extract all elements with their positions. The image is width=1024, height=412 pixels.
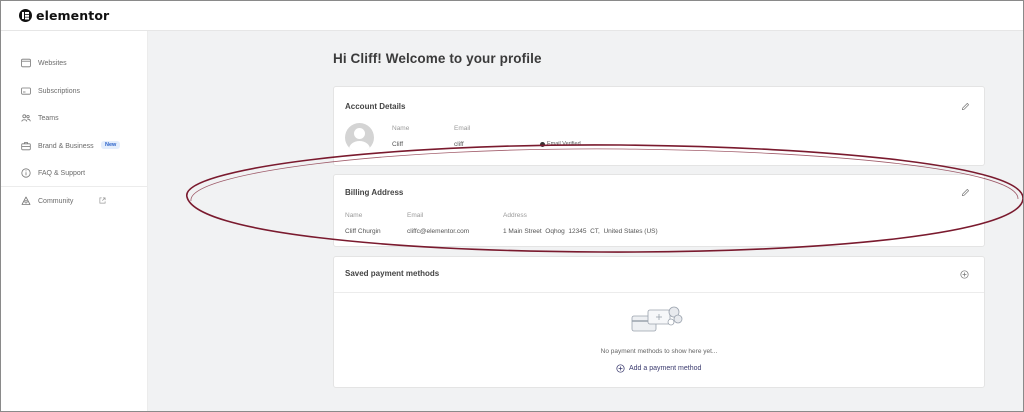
new-badge: New: [101, 141, 121, 149]
sidebar-item-websites[interactable]: Websites: [21, 58, 141, 68]
empty-state-text: No payment methods to show here yet...: [600, 348, 718, 355]
elementor-logo[interactable]: elementor: [19, 8, 109, 23]
saved-payment-methods-card: Saved payment methods No payment methods…: [333, 256, 985, 388]
name-value: Cliff Churgin: [345, 228, 381, 235]
sidebar-item-label: Brand & Business: [38, 142, 94, 150]
account-details-card: Account Details Name Cliff Email cliff E…: [333, 86, 985, 166]
briefcase-icon: [21, 142, 31, 151]
page-title: Hi Cliff! Welcome to your profile: [333, 51, 542, 66]
sidebar-divider: [1, 186, 147, 187]
sidebar-item-community[interactable]: Community: [21, 196, 141, 206]
add-payment-method-label: Add a payment method: [629, 365, 702, 372]
top-bar: elementor: [1, 1, 1023, 31]
edit-pencil-icon[interactable]: [961, 102, 970, 111]
card-title: Account Details: [345, 102, 406, 111]
avatar: [345, 123, 374, 152]
sidebar: Websites Subscriptions Teams Brand & Bus…: [1, 31, 148, 411]
sidebar-item-label: FAQ & Support: [38, 169, 86, 177]
browser-window-icon: [21, 58, 31, 68]
email-verified-status: Email Verified: [540, 141, 581, 147]
card-icon: [21, 87, 31, 95]
card-title: Saved payment methods: [345, 269, 440, 278]
app-window: elementor Websites Subscriptions Teams B…: [0, 0, 1024, 412]
external-link-icon[interactable]: [99, 197, 106, 204]
empty-payment-illustration-icon: [631, 306, 683, 332]
sidebar-item-subscriptions[interactable]: Subscriptions: [21, 86, 141, 96]
sidebar-item-label: Community: [38, 197, 74, 205]
address-label: Address: [503, 212, 527, 219]
name-label: Name: [345, 212, 363, 219]
email-label: Email: [454, 125, 471, 132]
address-value: 1 Main Street Oqhog 12345 CT, United Sta…: [503, 228, 658, 235]
add-payment-method-link[interactable]: Add a payment method: [616, 364, 701, 373]
card-title: Billing Address: [345, 188, 404, 197]
sidebar-item-brand-business[interactable]: Brand & Business: [21, 141, 141, 151]
email-label: Email: [407, 212, 424, 219]
add-circle-icon[interactable]: [960, 270, 969, 279]
add-circle-icon: [616, 364, 625, 373]
sidebar-item-teams[interactable]: Teams: [21, 113, 141, 123]
edit-pencil-icon[interactable]: [961, 188, 970, 197]
name-value: Cliff: [392, 141, 404, 148]
logo-text: elementor: [36, 8, 110, 23]
sidebar-item-faq-support[interactable]: FAQ & Support: [21, 168, 141, 178]
verified-dot-icon: [540, 141, 545, 147]
email-value: cliff: [454, 141, 464, 148]
community-icon: [21, 196, 31, 205]
info-circle-icon: [21, 168, 31, 178]
people-icon: [21, 114, 31, 122]
sidebar-item-label: Websites: [38, 59, 67, 67]
name-label: Name: [392, 125, 410, 132]
main-content: Hi Cliff! Welcome to your profile Accoun…: [148, 31, 1023, 411]
elementor-logo-icon: [19, 9, 32, 22]
billing-address-card: Billing Address Name Cliff Churgin Email…: [333, 174, 985, 247]
sidebar-item-label: Subscriptions: [38, 87, 81, 95]
sidebar-item-label: Teams: [38, 114, 59, 122]
verified-text: Email Verified: [547, 141, 581, 147]
card-divider: [334, 292, 984, 293]
email-value: cliffc@elementor.com: [407, 228, 470, 235]
